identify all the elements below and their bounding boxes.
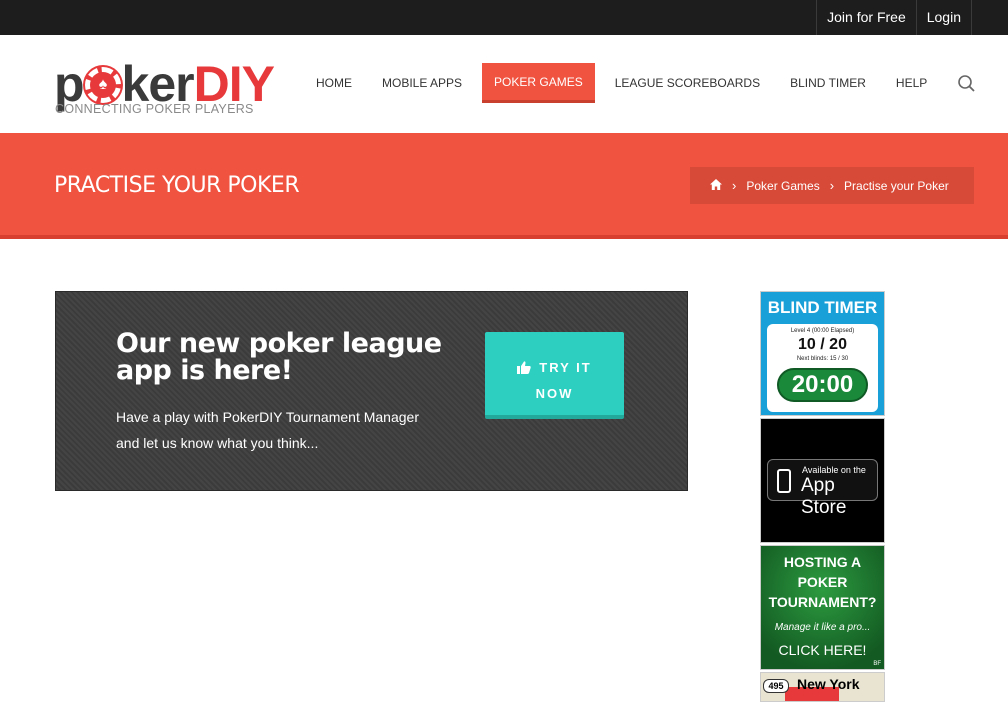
ad-hosting-heading: HOSTING A POKER TOURNAMENT?: [768, 554, 877, 610]
join-link[interactable]: Join for Free: [816, 0, 916, 35]
breadcrumb-current: Practise your Poker: [844, 178, 949, 193]
app-store-line2: App Store: [801, 475, 847, 518]
nav-item-mobile-apps[interactable]: MOBILE APPS: [372, 63, 472, 103]
ad-map[interactable]: 495 New York: [760, 672, 885, 702]
ad-blind-timer[interactable]: BLIND TIMER Level 4 (00:00 Elapsed) 10 /…: [760, 291, 885, 416]
nav-item-blind-timer[interactable]: BLIND TIMER: [780, 63, 876, 103]
login-link[interactable]: Login: [915, 0, 972, 35]
promo-text: Have a play with PokerDIY Tournament Man…: [116, 409, 419, 451]
nav-item-poker-games[interactable]: POKER GAMES: [482, 63, 595, 103]
main-nav: HOME MOBILE APPS POKER GAMES LEAGUE SCOR…: [306, 63, 947, 103]
timer-level: Level 4 (00:00 Elapsed): [790, 328, 855, 334]
timer-screen: Level 4 (00:00 Elapsed) 10 / 20 Next bli…: [767, 324, 878, 412]
ad-hosting-mark: BF: [873, 661, 881, 667]
site-header: p ♠ kerDIY CONNECTING POKER PLAYERS HOME M…: [0, 35, 1008, 133]
promo-banner: Our new poker league app is here! Have a…: [55, 291, 688, 491]
poker-chip-icon: ♠: [84, 67, 121, 103]
chevron-right-icon: ›: [732, 178, 737, 193]
home-icon[interactable]: [710, 178, 722, 193]
ad-blind-timer-title: BLIND TIMER: [767, 298, 878, 317]
nav-item-help[interactable]: HELP: [886, 63, 937, 103]
ad-hosting-tournament[interactable]: HOSTING A POKER TOURNAMENT? Manage it li…: [760, 545, 885, 670]
timer-clock: 20:00: [777, 368, 868, 402]
app-store-badge: Available on the App Store: [767, 459, 878, 518]
promo-heading: Our new poker league app is here!: [116, 328, 442, 386]
ad-hosting-sub: Manage it like a pro...: [774, 622, 871, 633]
timer-next-blinds: Next blinds: 15 / 30: [796, 356, 849, 362]
ad-app-store[interactable]: Available on the App Store: [760, 418, 885, 543]
logo-tagline: CONNECTING POKER PLAYERS: [55, 102, 254, 116]
chevron-right-icon: ›: [829, 178, 835, 193]
timer-blinds: 10 / 20: [798, 336, 847, 353]
page-title: PRACTISE YOUR POKER: [54, 173, 300, 198]
top-bar: Join for Free Login: [0, 0, 1008, 35]
map-city-label: New York: [797, 676, 860, 692]
breadcrumb: › Poker Games › Practise your Poker: [690, 167, 974, 204]
try-it-now-button[interactable]: TRY IT NOW: [485, 332, 624, 419]
app-store-line1: Available on the: [802, 465, 866, 475]
road-shield: 495: [763, 679, 789, 693]
phone-icon: [777, 469, 791, 493]
nav-item-home[interactable]: HOME: [306, 63, 362, 103]
ad-hosting-cta: CLICK HERE!: [778, 642, 867, 658]
page-title-bar: PRACTISE YOUR POKER › Poker Games › Prac…: [0, 133, 1008, 239]
site-logo[interactable]: p ♠ kerDIY CONNECTING POKER PLAYERS: [54, 59, 284, 116]
account-links: Join for Free Login: [816, 0, 972, 35]
search-icon[interactable]: [955, 73, 977, 95]
nav-item-league-scoreboards[interactable]: LEAGUE SCOREBOARDS: [605, 63, 770, 103]
try-it-now-label: TRY IT NOW: [535, 360, 592, 401]
thumbs-up-icon: [517, 358, 531, 382]
breadcrumb-poker-games[interactable]: Poker Games: [746, 179, 819, 193]
